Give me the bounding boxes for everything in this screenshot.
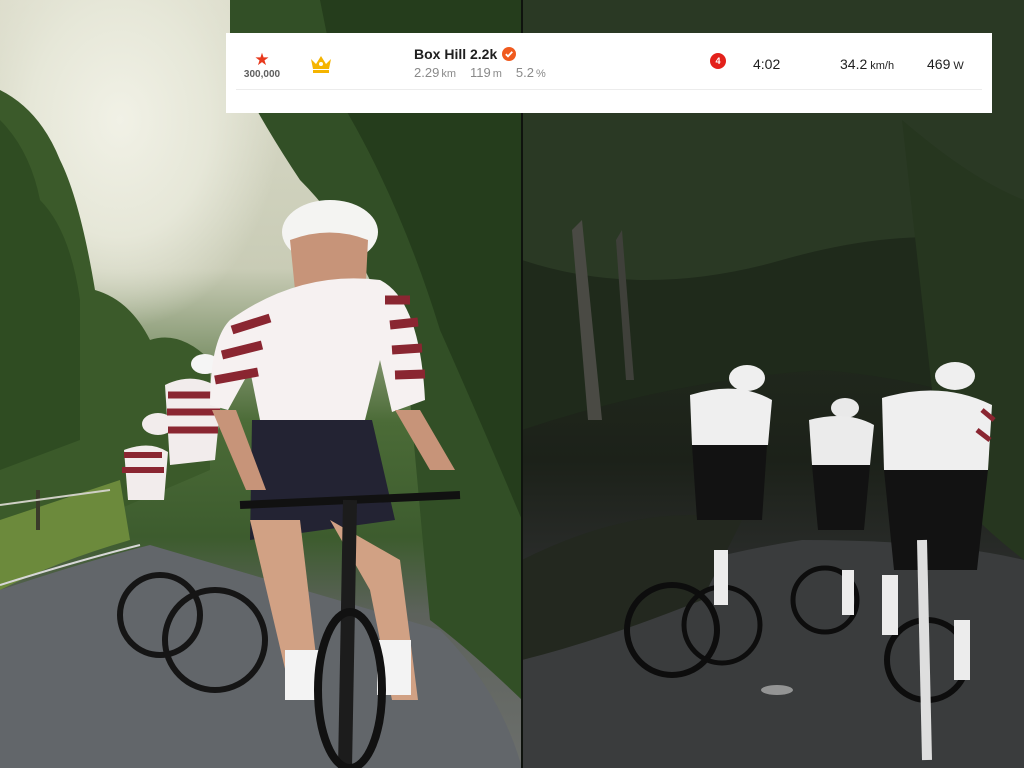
segment-overlay: ★ 300,000 Box Hill 2.2k 2.29 km 119 m 5.2%… bbox=[226, 33, 992, 113]
crown-icon bbox=[311, 56, 331, 73]
segment-stats: 2.29 km 119 m 5.2% bbox=[414, 65, 546, 80]
segment-name: Box Hill 2.2k bbox=[414, 46, 498, 62]
kom-count: 300,000 bbox=[243, 69, 281, 80]
segment-grade: 5.2% bbox=[515, 65, 546, 80]
segment-time: 4:02 bbox=[753, 56, 781, 72]
video-frame-left bbox=[0, 0, 522, 768]
segment-power: 469 W bbox=[927, 56, 964, 72]
segment-distance: 2.29 km bbox=[414, 65, 456, 80]
kom-block: ★ 300,000 bbox=[240, 51, 284, 80]
segment-speed: 34.2 km/h bbox=[840, 56, 895, 72]
rank-badge: 4 bbox=[710, 53, 726, 69]
verified-badge-icon bbox=[502, 47, 517, 61]
video-frame-right bbox=[522, 0, 1024, 768]
panel-divider bbox=[236, 89, 982, 90]
split-divider bbox=[521, 0, 523, 768]
cyclists-front-photo bbox=[0, 0, 522, 768]
segment-elevation: 119 m bbox=[469, 65, 502, 80]
segment-title: Box Hill 2.2k bbox=[414, 46, 517, 62]
cyclists-rear-photo bbox=[522, 0, 1024, 768]
star-icon: ★ bbox=[254, 50, 270, 69]
